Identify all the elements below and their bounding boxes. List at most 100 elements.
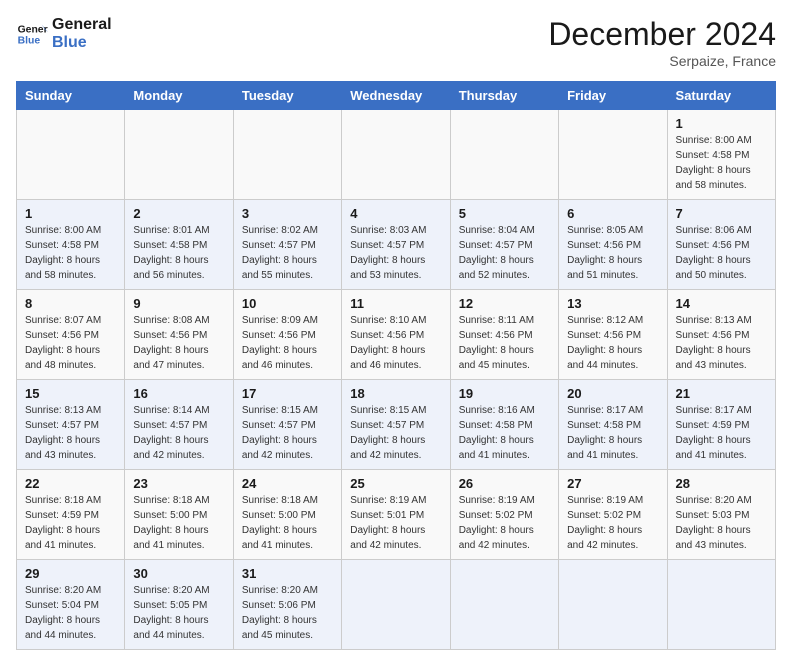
location: Serpaize, France <box>548 53 776 69</box>
day-number: 9 <box>133 296 224 311</box>
header-sunday: Sunday <box>17 82 125 110</box>
day-info: Sunrise: 8:13 AM Sunset: 4:56 PM Dayligh… <box>676 313 767 373</box>
calendar-cell: 18 Sunrise: 8:15 AM Sunset: 4:57 PM Dayl… <box>342 380 450 470</box>
day-info: Sunrise: 8:00 AM Sunset: 4:58 PM Dayligh… <box>676 133 767 193</box>
day-number: 14 <box>676 296 767 311</box>
calendar-week-row: 29 Sunrise: 8:20 AM Sunset: 5:04 PM Dayl… <box>17 560 776 650</box>
day-info: Sunrise: 8:11 AM Sunset: 4:56 PM Dayligh… <box>459 313 550 373</box>
calendar-cell: 1 Sunrise: 8:00 AM Sunset: 4:58 PM Dayli… <box>17 200 125 290</box>
day-info: Sunrise: 8:20 AM Sunset: 5:04 PM Dayligh… <box>25 583 116 643</box>
day-number: 5 <box>459 206 550 221</box>
day-number: 28 <box>676 476 767 491</box>
day-number: 11 <box>350 296 441 311</box>
calendar-cell: 20 Sunrise: 8:17 AM Sunset: 4:58 PM Dayl… <box>559 380 667 470</box>
calendar-cell: 11 Sunrise: 8:10 AM Sunset: 4:56 PM Dayl… <box>342 290 450 380</box>
calendar-cell <box>450 110 558 200</box>
calendar-week-row: 8 Sunrise: 8:07 AM Sunset: 4:56 PM Dayli… <box>17 290 776 380</box>
header-saturday: Saturday <box>667 82 775 110</box>
day-info: Sunrise: 8:09 AM Sunset: 4:56 PM Dayligh… <box>242 313 333 373</box>
day-number: 3 <box>242 206 333 221</box>
header-wednesday: Wednesday <box>342 82 450 110</box>
calendar-cell <box>17 110 125 200</box>
calendar-cell: 23 Sunrise: 8:18 AM Sunset: 5:00 PM Dayl… <box>125 470 233 560</box>
calendar-cell: 31 Sunrise: 8:20 AM Sunset: 5:06 PM Dayl… <box>233 560 341 650</box>
day-number: 26 <box>459 476 550 491</box>
calendar-week-row: 15 Sunrise: 8:13 AM Sunset: 4:57 PM Dayl… <box>17 380 776 470</box>
calendar-cell: 8 Sunrise: 8:07 AM Sunset: 4:56 PM Dayli… <box>17 290 125 380</box>
logo: General Blue General Blue <box>16 16 112 51</box>
day-info: Sunrise: 8:02 AM Sunset: 4:57 PM Dayligh… <box>242 223 333 283</box>
svg-text:Blue: Blue <box>18 35 41 46</box>
day-info: Sunrise: 8:12 AM Sunset: 4:56 PM Dayligh… <box>567 313 658 373</box>
calendar-week-row: 22 Sunrise: 8:18 AM Sunset: 4:59 PM Dayl… <box>17 470 776 560</box>
day-info: Sunrise: 8:20 AM Sunset: 5:03 PM Dayligh… <box>676 493 767 553</box>
day-number: 19 <box>459 386 550 401</box>
day-number: 23 <box>133 476 224 491</box>
day-info: Sunrise: 8:06 AM Sunset: 4:56 PM Dayligh… <box>676 223 767 283</box>
calendar-week-row: 1 Sunrise: 8:00 AM Sunset: 4:58 PM Dayli… <box>17 200 776 290</box>
month-title: December 2024 <box>548 16 776 53</box>
header-friday: Friday <box>559 82 667 110</box>
day-number: 30 <box>133 566 224 581</box>
logo-blue: Blue <box>52 34 112 52</box>
calendar-table: SundayMondayTuesdayWednesdayThursdayFrid… <box>16 81 776 650</box>
calendar-cell: 2 Sunrise: 8:01 AM Sunset: 4:58 PM Dayli… <box>125 200 233 290</box>
day-number: 8 <box>25 296 116 311</box>
day-info: Sunrise: 8:07 AM Sunset: 4:56 PM Dayligh… <box>25 313 116 373</box>
calendar-cell: 12 Sunrise: 8:11 AM Sunset: 4:56 PM Dayl… <box>450 290 558 380</box>
day-number: 4 <box>350 206 441 221</box>
day-number: 10 <box>242 296 333 311</box>
calendar-cell: 14 Sunrise: 8:13 AM Sunset: 4:56 PM Dayl… <box>667 290 775 380</box>
header-monday: Monday <box>125 82 233 110</box>
calendar-cell: 15 Sunrise: 8:13 AM Sunset: 4:57 PM Dayl… <box>17 380 125 470</box>
day-number: 2 <box>133 206 224 221</box>
calendar-cell: 7 Sunrise: 8:06 AM Sunset: 4:56 PM Dayli… <box>667 200 775 290</box>
day-number: 22 <box>25 476 116 491</box>
calendar-cell: 19 Sunrise: 8:16 AM Sunset: 4:58 PM Dayl… <box>450 380 558 470</box>
header-tuesday: Tuesday <box>233 82 341 110</box>
day-info: Sunrise: 8:19 AM Sunset: 5:02 PM Dayligh… <box>459 493 550 553</box>
calendar-cell: 25 Sunrise: 8:19 AM Sunset: 5:01 PM Dayl… <box>342 470 450 560</box>
calendar-cell: 9 Sunrise: 8:08 AM Sunset: 4:56 PM Dayli… <box>125 290 233 380</box>
day-info: Sunrise: 8:19 AM Sunset: 5:01 PM Dayligh… <box>350 493 441 553</box>
calendar-cell <box>342 560 450 650</box>
logo-icon: General Blue <box>16 18 48 50</box>
day-info: Sunrise: 8:04 AM Sunset: 4:57 PM Dayligh… <box>459 223 550 283</box>
day-number: 17 <box>242 386 333 401</box>
calendar-cell: 27 Sunrise: 8:19 AM Sunset: 5:02 PM Dayl… <box>559 470 667 560</box>
calendar-cell: 21 Sunrise: 8:17 AM Sunset: 4:59 PM Dayl… <box>667 380 775 470</box>
day-number: 29 <box>25 566 116 581</box>
calendar-cell <box>559 110 667 200</box>
day-number: 18 <box>350 386 441 401</box>
calendar-cell <box>342 110 450 200</box>
calendar-week-row: 1 Sunrise: 8:00 AM Sunset: 4:58 PM Dayli… <box>17 110 776 200</box>
calendar-cell: 10 Sunrise: 8:09 AM Sunset: 4:56 PM Dayl… <box>233 290 341 380</box>
day-info: Sunrise: 8:00 AM Sunset: 4:58 PM Dayligh… <box>25 223 116 283</box>
calendar-cell: 17 Sunrise: 8:15 AM Sunset: 4:57 PM Dayl… <box>233 380 341 470</box>
day-number: 16 <box>133 386 224 401</box>
calendar-cell <box>233 110 341 200</box>
day-number: 25 <box>350 476 441 491</box>
day-number: 1 <box>25 206 116 221</box>
logo-general: General <box>52 16 112 34</box>
calendar-cell: 28 Sunrise: 8:20 AM Sunset: 5:03 PM Dayl… <box>667 470 775 560</box>
day-info: Sunrise: 8:03 AM Sunset: 4:57 PM Dayligh… <box>350 223 441 283</box>
calendar-cell: 22 Sunrise: 8:18 AM Sunset: 4:59 PM Dayl… <box>17 470 125 560</box>
day-number: 31 <box>242 566 333 581</box>
calendar-cell <box>125 110 233 200</box>
day-info: Sunrise: 8:10 AM Sunset: 4:56 PM Dayligh… <box>350 313 441 373</box>
calendar-cell: 6 Sunrise: 8:05 AM Sunset: 4:56 PM Dayli… <box>559 200 667 290</box>
calendar-cell: 13 Sunrise: 8:12 AM Sunset: 4:56 PM Dayl… <box>559 290 667 380</box>
header-thursday: Thursday <box>450 82 558 110</box>
day-info: Sunrise: 8:14 AM Sunset: 4:57 PM Dayligh… <box>133 403 224 463</box>
day-info: Sunrise: 8:13 AM Sunset: 4:57 PM Dayligh… <box>25 403 116 463</box>
day-info: Sunrise: 8:19 AM Sunset: 5:02 PM Dayligh… <box>567 493 658 553</box>
calendar-cell: 30 Sunrise: 8:20 AM Sunset: 5:05 PM Dayl… <box>125 560 233 650</box>
day-number: 1 <box>676 116 767 131</box>
day-info: Sunrise: 8:01 AM Sunset: 4:58 PM Dayligh… <box>133 223 224 283</box>
day-number: 21 <box>676 386 767 401</box>
day-info: Sunrise: 8:17 AM Sunset: 4:59 PM Dayligh… <box>676 403 767 463</box>
day-number: 12 <box>459 296 550 311</box>
calendar-cell <box>667 560 775 650</box>
day-info: Sunrise: 8:05 AM Sunset: 4:56 PM Dayligh… <box>567 223 658 283</box>
